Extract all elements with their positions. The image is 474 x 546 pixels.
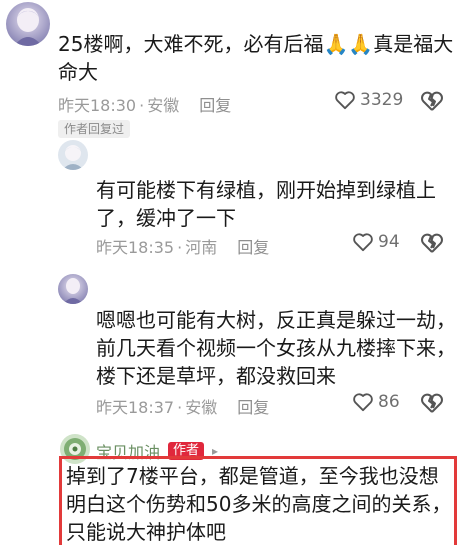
comment-time: 昨天18:37 xyxy=(96,398,175,417)
user-avatar[interactable] xyxy=(58,140,88,170)
comment-time: 昨天18:30 xyxy=(58,96,137,115)
comment-meta: 昨天18:35 · 河南 回复 xyxy=(96,234,269,258)
like-count: 3329 xyxy=(360,90,404,110)
author-replied-tag: 作者回复过 xyxy=(58,120,131,138)
dislike-button[interactable] xyxy=(420,90,444,114)
comment-text: 掉到了7楼平台，都是管道，至今我也没想明白这个伤势和50多米的高度之间的关系，只… xyxy=(66,464,452,544)
heart-icon xyxy=(335,91,355,110)
comment-location: 安徽 xyxy=(185,398,218,417)
separator: · xyxy=(139,96,145,115)
comment-location: 河南 xyxy=(185,238,218,257)
user-avatar[interactable] xyxy=(58,274,88,304)
dislike-button[interactable] xyxy=(420,232,444,256)
broken-heart-icon xyxy=(421,91,443,111)
like-count: 94 xyxy=(378,232,400,252)
like-button[interactable]: 94 xyxy=(352,232,400,252)
heart-icon xyxy=(353,233,373,252)
comment-text: 嗯嗯也可能有大树，反正真是躲过一劫，前几天看个视频一个女孩从九楼摔下来，楼下还是… xyxy=(96,308,456,388)
separator: · xyxy=(177,398,183,417)
comment-meta: 昨天18:37 · 安徽 回复 xyxy=(96,394,269,418)
comment-text: 25楼啊，大难不死，必有后福🙏🙏真是福大命大 xyxy=(58,32,454,84)
reply-button[interactable]: 回复 xyxy=(237,238,269,257)
heart-icon xyxy=(353,393,373,412)
comment-location: 安徽 xyxy=(147,96,180,115)
comment-text: 有可能楼下有绿植，刚开始掉到绿植上了，缓冲了一下 xyxy=(96,178,436,230)
user-avatar[interactable] xyxy=(6,2,50,46)
like-count: 86 xyxy=(378,392,400,412)
reply-button[interactable]: 回复 xyxy=(237,398,269,417)
comment-time: 昨天18:35 xyxy=(96,238,175,257)
like-button[interactable]: 3329 xyxy=(334,90,403,110)
dislike-button[interactable] xyxy=(420,392,444,416)
reply-button[interactable]: 回复 xyxy=(199,96,231,115)
separator: · xyxy=(177,238,183,257)
like-button[interactable]: 86 xyxy=(352,392,400,412)
broken-heart-icon xyxy=(421,393,443,413)
comment-meta: 昨天18:30 · 安徽 回复 xyxy=(58,92,231,116)
broken-heart-icon xyxy=(421,233,443,253)
